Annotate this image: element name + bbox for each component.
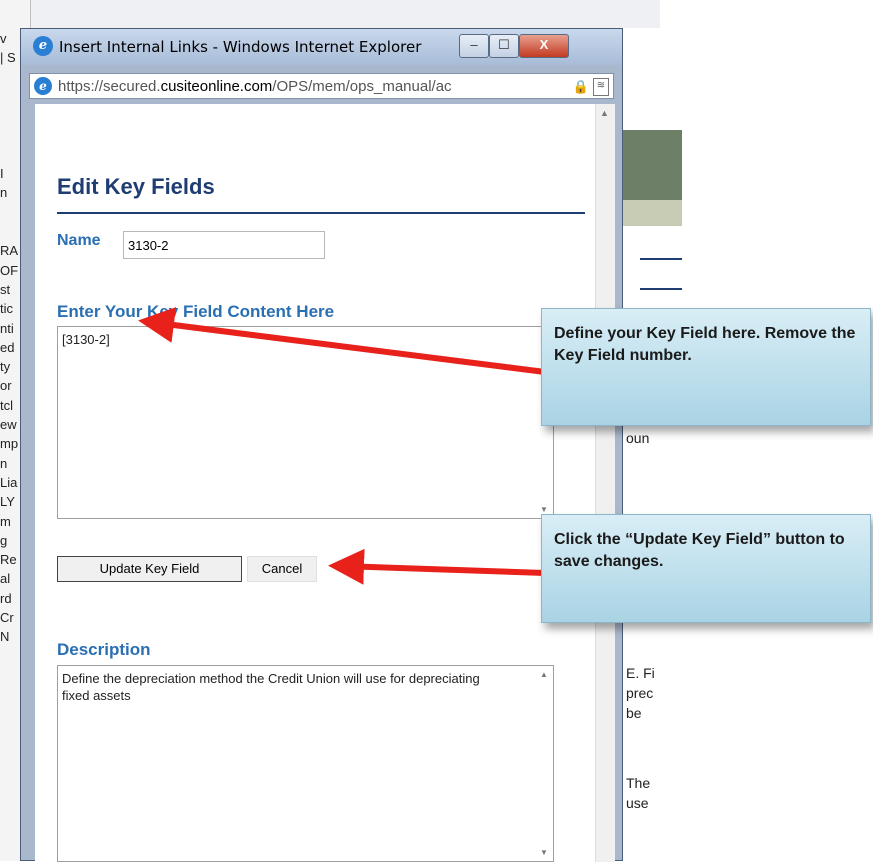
name-input[interactable] [123,231,325,259]
scroll-down-icon[interactable]: ▼ [540,848,548,857]
background-right-fragment: prec [626,685,654,701]
ie-page-icon: e [34,77,52,95]
address-bar[interactable]: e https://secured.cusiteonline.com/OPS/m… [29,73,614,99]
content-heading: Enter Your Key Field Content Here [57,302,335,321]
callout-update-button: Click the “Update Key Field” button to s… [541,514,871,623]
close-icon[interactable]: X [519,34,569,58]
title-divider [57,212,585,214]
scroll-up-icon[interactable]: ▲ [600,108,609,118]
background-right-fragment: The [626,775,651,791]
certificate-icon[interactable]: ≋ [593,78,609,96]
description-textarea[interactable]: Define the depreciation method the Credi… [57,665,554,862]
description-scrollbar[interactable]: ▲ ▼ [536,666,553,861]
background-banner-band [622,200,682,226]
background-right-fragment: E. Fi [626,665,655,681]
dialog-content: Edit Key Fields Name Enter Your Key Fiel… [35,104,595,862]
address-url[interactable]: https://secured.cusiteonline.com/OPS/mem… [58,78,452,95]
description-heading: Description [57,640,151,659]
background-page-header [0,0,660,29]
background-divider [640,288,682,290]
content-textarea[interactable]: [3130-2] ▲ ▼ [57,326,554,519]
ie-logo-icon: e [33,36,53,56]
background-right-fragment: oun [626,430,650,446]
maximize-icon[interactable]: ☐ [489,34,519,58]
update-key-field-button[interactable]: Update Key Field [57,556,242,582]
ie-popup-window: e Insert Internal Links - Windows Intern… [20,28,623,862]
background-banner-image [622,130,682,200]
dialog-title: Edit Key Fields [57,174,215,199]
cancel-button[interactable]: Cancel [247,556,317,582]
window-title-bar[interactable]: e Insert Internal Links - Windows Intern… [21,29,622,65]
background-right-fragment: be [626,705,642,721]
minimize-icon[interactable]: ‒ [459,34,489,58]
content-text[interactable]: [3130-2] [62,331,502,348]
callout-define-key-field: Define your Key Field here. Remove the K… [541,308,871,426]
lock-icon[interactable]: 🔒 [573,79,589,95]
window-scrollbar[interactable]: ▲ [595,104,615,862]
scroll-down-icon[interactable]: ▼ [540,505,548,514]
description-text[interactable]: Define the depreciation method the Credi… [62,670,502,704]
scroll-up-icon[interactable]: ▲ [540,670,548,679]
window-title: Insert Internal Links - Windows Internet… [59,38,422,56]
name-label: Name [57,232,101,249]
background-divider [640,258,682,260]
background-right-fragment: use [626,795,649,811]
